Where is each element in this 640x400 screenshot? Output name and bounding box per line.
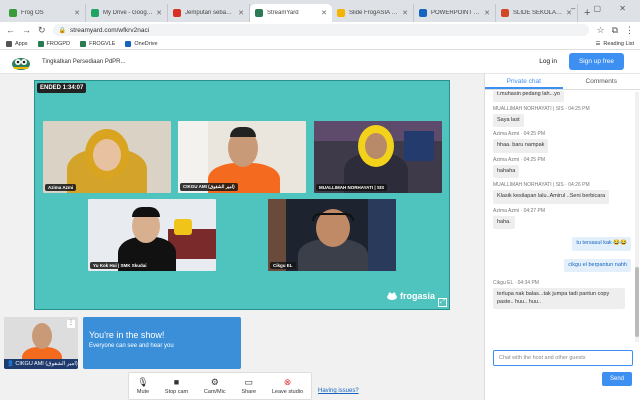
fullscreen-icon[interactable]: ⤢ [438, 298, 447, 307]
browser-tab[interactable]: SLIDE SEKOLAH.pptx✕ [496, 4, 578, 22]
participant-tile: Azima Azmi [43, 121, 171, 193]
bookmark-onedrive[interactable]: OneDrive [125, 40, 158, 47]
bookmarks-bar: Apps FROGPD FROGVLE OneDrive ☰ Reading Li… [0, 38, 640, 50]
browser-tab[interactable]: POWERPOINT - OneD...✕ [414, 4, 496, 22]
chat-message: Azima Azmi · 04:25 PM hahaha [493, 157, 631, 178]
streamyard-logo-icon[interactable] [10, 53, 32, 71]
chat-message-outgoing: tu tersasul kak 😂😂 [493, 237, 631, 251]
menu-icon[interactable]: ⋮ [625, 25, 634, 36]
reload-icon[interactable]: ↻ [38, 25, 46, 36]
browser-tab[interactable]: Slide FrogASIA dan F...✕ [332, 4, 414, 22]
chat-message: Azima Azmi · 04:25 PM hhaa. baru nampak [493, 131, 631, 153]
video-camera-icon: ■ [173, 377, 180, 387]
studio-toolbar: 🎙 Mute ■ Stop cam ⚙ Cam/Mic ▭ Share ⊗ Leave s… [128, 372, 312, 400]
login-link[interactable]: Log in [539, 58, 557, 65]
chat-scrollbar[interactable] [635, 92, 639, 342]
broadcast-title: Tingkatkan Persediaan PdPR... [42, 58, 126, 65]
tab-private-chat[interactable]: Private chat [485, 74, 563, 89]
window-controls[interactable]: – ▢ ✕ [571, 4, 634, 13]
tab-favicon-icon [255, 9, 263, 17]
tab-favicon-icon [337, 9, 345, 17]
chat-message: t.muhasin pedang lah...yo [493, 91, 631, 102]
frog-icon [386, 292, 397, 300]
tab-favicon-icon [173, 9, 181, 17]
cam-mic-settings-button[interactable]: ⚙ Cam/Mic [204, 377, 226, 395]
broadcast-stage: ENDED 1:34:07 Azima Azmi CIKGU AMI (امير… [34, 80, 450, 310]
participant-tile: MUALLIMAH NORHAYATI | SIS [314, 121, 442, 193]
leave-studio-button[interactable]: ⊗ Leave studio [272, 377, 303, 395]
close-tab-icon[interactable]: ✕ [321, 9, 327, 17]
browser-tab[interactable]: Jemputan sebagai Or...✕ [168, 4, 250, 22]
close-tab-icon[interactable]: ✕ [74, 9, 80, 17]
participant-name: Yu Kok Hui | SMK Skudai [90, 262, 150, 269]
browser-tab-bar: Frog OS✕ My Drive - Google Dri...✕ Jempu… [0, 0, 640, 22]
more-options-icon[interactable]: ⋮ [67, 320, 75, 328]
extensions-icon[interactable]: ⧉ [612, 25, 618, 36]
url-field[interactable]: 🔒 streamyard.com/wfkrv2naci [52, 24, 590, 36]
participant-tile: Cikgu EL [268, 199, 396, 271]
forward-icon[interactable]: → [22, 25, 31, 35]
back-icon[interactable]: ← [6, 25, 15, 35]
folder-icon [80, 40, 87, 47]
share-button[interactable]: ▭ Share [241, 377, 256, 395]
signup-button[interactable]: Sign up free [568, 53, 624, 70]
app-header: Tingkatkan Persediaan PdPR... Log in Sig… [0, 50, 640, 74]
address-bar-row: ← → ↻ 🔒 streamyard.com/wfkrv2naci ☆ ⧉ ⋮ [0, 22, 640, 38]
participant-tile: CIKGU AMI (امير الشقوق) [178, 121, 306, 193]
chat-message-list: t.muhasin pedang lah...yo MUALLIMAH NORH… [485, 91, 635, 346]
ended-timer-badge: ENDED 1:34:07 [37, 83, 87, 93]
scrollbar-thumb[interactable] [635, 267, 639, 337]
tab-favicon-icon [91, 9, 99, 17]
reading-list-icon: ☰ [595, 40, 601, 47]
close-tab-icon[interactable]: ✕ [238, 9, 244, 17]
tab-favicon-icon [501, 9, 509, 17]
browser-tab[interactable]: Frog OS ✕ [4, 4, 86, 22]
participant-tile: Yu Kok Hui | SMK Skudai [88, 199, 216, 271]
folder-icon [37, 40, 44, 47]
close-tab-icon[interactable]: ✕ [402, 9, 408, 17]
bookmark-frogpd[interactable]: FROGPD [37, 40, 70, 47]
participant-name: CIKGU AMI (امير الشقوق) [180, 183, 238, 191]
apps-grid-icon [6, 40, 12, 47]
stop-cam-button[interactable]: ■ Stop cam [165, 377, 188, 395]
participant-name: Azima Azmi [45, 184, 77, 191]
self-camera-preview: ⋮ 👤 CIKGU AMI (امير الشقوق) [4, 317, 78, 369]
star-icon[interactable]: ☆ [596, 25, 604, 36]
browser-tab[interactable]: My Drive - Google Dri...✕ [86, 4, 168, 22]
chat-message: MUALLIMAH NORHAYATI | SIS · 04:25 PM Say… [493, 106, 631, 127]
reading-list[interactable]: ☰ Reading List [595, 41, 634, 47]
mute-button[interactable]: 🎙 Mute [137, 377, 149, 395]
frogasia-brand-logo: frogasia [386, 291, 435, 301]
send-button[interactable]: Send [602, 372, 632, 386]
gear-icon: ⚙ [210, 377, 219, 387]
tab-comments[interactable]: Comments [563, 74, 640, 89]
chat-sidebar: Private chat Comments t.muhasin pedang l… [484, 74, 640, 400]
microphone-icon: 🎙 [137, 377, 149, 387]
chat-message: Cikgu EL · 04:34 PM terlupa nak balas...… [493, 280, 631, 309]
bookmark-apps[interactable]: Apps [6, 40, 28, 47]
participant-name: MUALLIMAH NORHAYATI | SIS [316, 184, 388, 191]
chat-tabs: Private chat Comments [485, 74, 640, 90]
participant-name: Cikgu EL [270, 262, 296, 269]
leave-icon: ⊗ [283, 377, 292, 387]
lock-icon: 🔒 [58, 27, 67, 34]
screen-share-icon: ▭ [244, 377, 253, 387]
cloud-icon [125, 40, 132, 47]
self-name-label: 👤 CIKGU AMI (امير الشقوق) [4, 359, 78, 369]
bookmark-frogvle[interactable]: FROGVLE [80, 40, 115, 47]
chat-message: Azima Azmi · 04:27 PM haha. [493, 208, 631, 229]
tab-favicon-icon [419, 9, 427, 17]
close-tab-icon[interactable]: ✕ [484, 9, 490, 17]
studio-area: ENDED 1:34:07 Azima Azmi CIKGU AMI (امير… [0, 74, 640, 400]
close-tab-icon[interactable]: ✕ [156, 9, 162, 17]
tab-favicon-icon [9, 9, 17, 17]
chat-message: MUALLIMAH NORHAYATI | SIS · 04:26 PM Kla… [493, 182, 631, 204]
having-issues-link[interactable]: Having issues? [318, 388, 359, 394]
chat-message-outgoing: cikgu el berpantun nahh [493, 258, 631, 272]
in-show-banner: You're in the show! Everyone can see and… [83, 317, 241, 369]
browser-tab-active[interactable]: StreamYard ✕ [250, 4, 332, 22]
chat-input[interactable]: Chat with the host and other guests [493, 350, 633, 366]
